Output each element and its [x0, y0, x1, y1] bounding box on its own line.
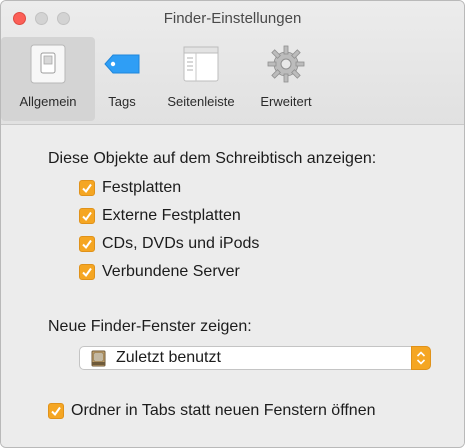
gear-icon	[265, 43, 307, 85]
desktop-items-heading: Diese Objekte auf dem Schreibtisch anzei…	[48, 150, 377, 167]
checkmark-icon	[48, 403, 64, 419]
tab-seitenleiste[interactable]: Seitenleiste	[151, 37, 251, 121]
new-window-label: Neue Finder-Fenster zeigen:	[48, 318, 252, 335]
tab-allgemein[interactable]: Allgemein	[1, 37, 95, 121]
new-window-select-value: Zuletzt benutzt	[116, 349, 221, 366]
new-window-select[interactable]: Zuletzt benutzt	[79, 346, 431, 370]
tab-allgemein-label: Allgemein	[19, 94, 77, 109]
checkbox-open-in-tabs[interactable]: Ordner in Tabs statt neuen Fenstern öffn…	[48, 402, 376, 420]
sidebar-icon	[180, 43, 222, 85]
checkbox-cds-dvds-ipods-label: CDs, DVDs und iPods	[102, 235, 260, 252]
tab-tags[interactable]: Tags	[97, 37, 147, 121]
general-pane: Diese Objekte auf dem Schreibtisch anzei…	[1, 126, 464, 447]
checkmark-icon	[79, 236, 95, 252]
ledger-icon	[90, 350, 107, 367]
checkmark-icon	[79, 264, 95, 280]
checkbox-festplatten-label: Festplatten	[102, 179, 182, 196]
switch-icon	[27, 43, 69, 85]
titlebar: Finder-Einstellungen Allgemein Tags Seit…	[1, 1, 464, 125]
preferences-window: Finder-Einstellungen Allgemein Tags Seit…	[0, 0, 465, 448]
tab-erweitert[interactable]: Erweitert	[251, 37, 321, 121]
tab-tags-label: Tags	[108, 94, 136, 109]
window-title: Finder-Einstellungen	[163, 10, 302, 27]
checkbox-verbundene-server[interactable]: Verbundene Server	[79, 262, 240, 282]
checkbox-festplatten[interactable]: Festplatten	[79, 178, 181, 198]
checkbox-open-in-tabs-label: Ordner in Tabs statt neuen Fenstern öffn…	[71, 402, 376, 419]
checkbox-externe-festplatten-label: Externe Festplatten	[102, 207, 241, 224]
checkmark-icon	[79, 208, 95, 224]
chevron-updown-icon[interactable]	[411, 346, 431, 370]
checkbox-verbundene-server-label: Verbundene Server	[102, 263, 240, 280]
tag-icon	[101, 43, 143, 85]
checkmark-icon	[79, 180, 95, 196]
checkbox-externe-festplatten[interactable]: Externe Festplatten	[79, 206, 241, 226]
tab-seitenleiste-label: Seitenleiste	[167, 94, 235, 109]
tab-erweitert-label: Erweitert	[260, 94, 312, 109]
checkbox-cds-dvds-ipods[interactable]: CDs, DVDs und iPods	[79, 234, 259, 254]
